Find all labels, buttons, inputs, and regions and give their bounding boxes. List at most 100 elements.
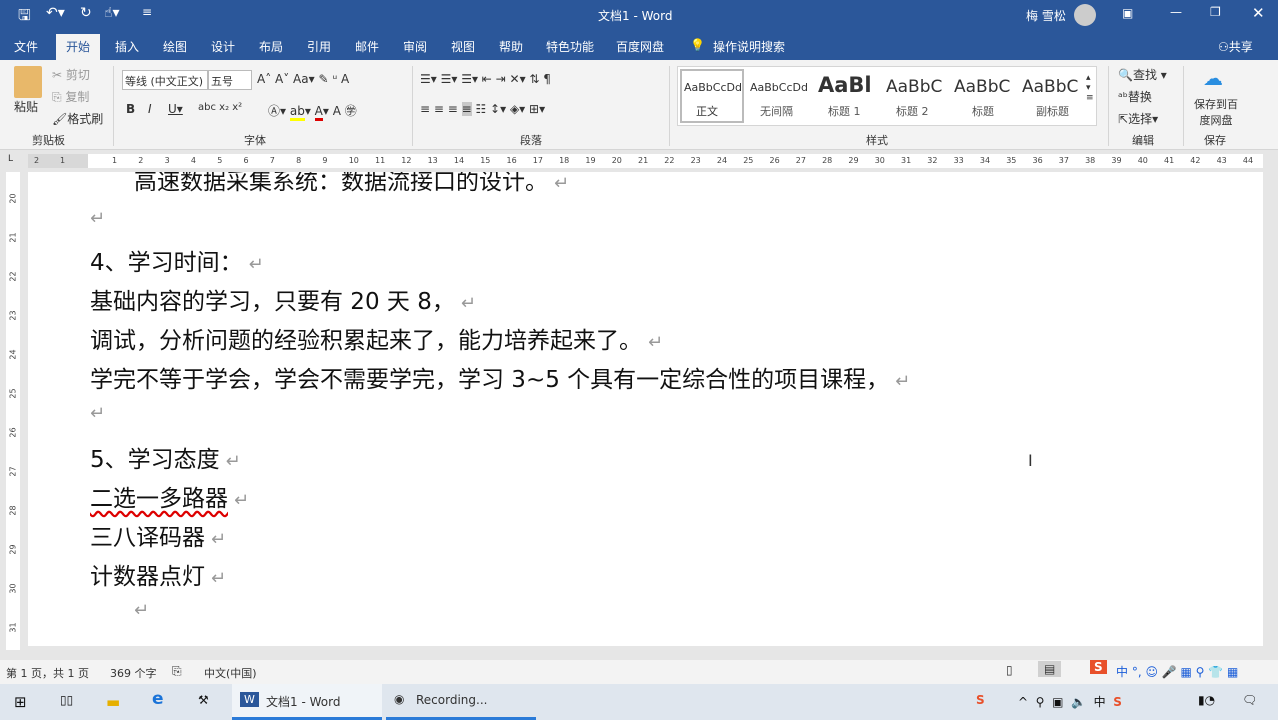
tab-design[interactable]: 设计: [211, 38, 235, 55]
cut-button[interactable]: ✂ 剪切: [52, 66, 90, 83]
tool-app-icon[interactable]: ⚒: [198, 693, 209, 707]
customize-qat-icon[interactable]: ≡: [142, 5, 152, 19]
redo-icon[interactable]: ↻: [80, 5, 92, 21]
paragraph-mark-icon: ↵: [225, 451, 241, 472]
paragraph-text: 二选一多路器: [90, 486, 228, 512]
sogou-ime-icon[interactable]: S: [1090, 660, 1107, 674]
style-normal[interactable]: AaBbCcDd 正文: [680, 69, 744, 123]
paragraph[interactable]: 二选一多路器 ↵: [90, 479, 249, 513]
horizontal-ruler[interactable]: L 2 1 1 2 3 4 5 6 7 8 9 10 11 12 13 14 15 16 17 18 19 20 21 22 2…: [0, 150, 1278, 172]
tab-review[interactable]: 审阅: [403, 38, 427, 55]
ruler-number: 40: [1137, 156, 1148, 165]
ruler-number: 1: [60, 156, 66, 165]
close-icon[interactable]: ✕: [1252, 4, 1265, 22]
style-title[interactable]: AaBbC 标题: [952, 69, 1016, 123]
ruler-number: 42: [1190, 156, 1201, 165]
language[interactable]: 中文(中国): [204, 665, 257, 681]
copy-button[interactable]: ⎘ 复制: [52, 88, 89, 105]
strikethrough-subscript-superscript-icon[interactable]: abc x₂ x²: [198, 102, 242, 113]
taskbar-recording[interactable]: ◉ Recording...: [386, 684, 536, 720]
undo-icon[interactable]: ↶▾: [46, 5, 65, 21]
sogou-tray-icon[interactable]: S: [976, 693, 985, 707]
tab-home[interactable]: 开始: [56, 34, 101, 60]
paragraph[interactable]: 4、学习时间： ↵: [90, 243, 264, 277]
ruler-number: 20: [611, 156, 622, 165]
restore-icon[interactable]: ❐: [1210, 5, 1221, 19]
style-heading-2[interactable]: AaBbC 标题 2: [884, 69, 948, 123]
ruler-number: 41: [1164, 156, 1175, 165]
ruler-number: 18: [559, 156, 570, 165]
paragraph[interactable]: 三八译码器 ↵: [90, 518, 226, 552]
tab-stop-selector[interactable]: L: [8, 154, 13, 164]
paragraph-mark-icon: ↵: [895, 371, 911, 392]
save-icon[interactable]: 🖫: [18, 5, 31, 30]
italic-icon[interactable]: I: [148, 102, 152, 116]
minimize-icon[interactable]: —: [1170, 5, 1182, 19]
paragraph-mark-icon: ↵: [234, 490, 250, 511]
replace-button[interactable]: ᵃᵇ替换: [1118, 88, 1152, 105]
notifications-icon[interactable]: 🗨: [1242, 693, 1257, 707]
taskbar-word[interactable]: W 文档1 - Word: [232, 684, 382, 720]
tab-draw[interactable]: 绘图: [163, 38, 187, 55]
paragraph[interactable]: ↵: [134, 596, 149, 622]
tab-features[interactable]: 特色功能: [546, 38, 594, 55]
touch-mode-icon[interactable]: ☝▾: [104, 5, 120, 21]
file-explorer-icon[interactable]: ▬: [106, 693, 120, 711]
bold-icon[interactable]: B: [126, 102, 135, 116]
paragraph[interactable]: 5、学习态度 ↵: [90, 440, 241, 474]
paste-button[interactable]: 粘贴: [14, 98, 38, 115]
windows-start-icon[interactable]: ⊞: [14, 693, 27, 711]
font-grow-shrink-icon[interactable]: A˄ A˅ Aa▾ ✎ ᵘ A: [257, 72, 349, 86]
vertical-ruler[interactable]: 20 21 22 23 24 25 26 27 28 29 30 31: [6, 172, 20, 650]
ruler-number: 36: [1032, 156, 1043, 165]
format-painter-button[interactable]: 🖌格式刷: [52, 110, 103, 127]
task-view-icon[interactable]: ▯▯: [60, 693, 73, 707]
paragraph[interactable]: ↵: [90, 399, 105, 425]
styles-scroll-icon[interactable]: ▴ ▾ ≡: [1086, 73, 1094, 103]
paragraph[interactable]: 高速数据采集系统：数据流接口的设计。 ↵: [134, 172, 569, 196]
tab-layout[interactable]: 布局: [259, 38, 283, 55]
paragraph[interactable]: 学完不等于学会，学会不需要学完，学习 3~5 个具有一定综合性的项目课程， ↵: [90, 360, 910, 394]
page-count[interactable]: 第 1 页，共 1 页: [6, 665, 89, 681]
read-mode-icon[interactable]: ▯: [1006, 663, 1013, 677]
paragraph[interactable]: 计数器点灯 ↵: [90, 557, 226, 591]
list-indent-icons[interactable]: ☰▾ ☰▾ ☰▾ ⇤ ⇥ ✕▾ ⇅ ¶: [420, 72, 551, 86]
tab-references[interactable]: 引用: [307, 38, 331, 55]
tab-file[interactable]: 文件: [14, 38, 38, 55]
tab-help[interactable]: 帮助: [499, 38, 523, 55]
style-no-spacing[interactable]: AaBbCcDd 无间隔: [748, 69, 812, 123]
tell-me-search[interactable]: 操作说明搜索: [713, 38, 785, 55]
tab-view[interactable]: 视图: [451, 38, 475, 55]
vertical-scrollbar[interactable]: [1263, 172, 1278, 650]
style-heading-1[interactable]: AaBl 标题 1: [816, 69, 880, 123]
save-baidu-button[interactable]: 保存到百度网盘: [1192, 96, 1240, 128]
print-layout-icon[interactable]: ▤: [1038, 661, 1062, 677]
tab-baidu[interactable]: 百度网盘: [616, 38, 664, 55]
font-size-select[interactable]: 五号: [208, 70, 252, 90]
paragraph[interactable]: ↵: [90, 204, 105, 230]
ime-toolbar-icons[interactable]: 中 °, ☺ 🎤 ▦ ⚲ 👕 ▦: [1116, 663, 1238, 680]
word-count[interactable]: 369 个字: [110, 665, 157, 681]
user-name[interactable]: 梅 雪松: [1026, 7, 1066, 24]
edge-icon[interactable]: e: [152, 689, 164, 709]
ruler-number: 5: [217, 156, 223, 165]
tab-mailings[interactable]: 邮件: [355, 38, 379, 55]
ribbon-display-icon[interactable]: ▣: [1122, 6, 1133, 20]
text-effects-highlight-color-icon[interactable]: Ⓐ▾ ab▾ A▾ A ㊫: [268, 102, 357, 121]
paragraph[interactable]: 基础内容的学习，只要有 20 天 8， ↵: [90, 282, 476, 316]
paragraph[interactable]: 调试，分析问题的经验积累起来了，能力培养起来了。 ↵: [90, 321, 663, 355]
find-button[interactable]: 🔍查找 ▾: [1118, 66, 1167, 83]
alignment-icons[interactable]: ≡ ≡ ≡ ≡ ☷ ↕▾ ◈▾ ⊞▾: [420, 102, 545, 116]
clock-icon[interactable]: ▮◔: [1198, 693, 1215, 707]
avatar[interactable]: [1074, 4, 1096, 26]
proofing-icon[interactable]: ⎘: [172, 664, 182, 679]
style-subtitle[interactable]: AaBbC 副标题: [1020, 69, 1084, 123]
underline-icon[interactable]: U▾: [168, 102, 183, 116]
system-tray-icons[interactable]: ^ ⚲ ▣ 🔈 中 S: [1018, 693, 1122, 710]
share-button[interactable]: ⚇共享: [1218, 38, 1253, 55]
font-name-select[interactable]: 等线 (中文正文): [122, 70, 208, 90]
tab-insert[interactable]: 插入: [115, 38, 139, 55]
document-page[interactable]: 高速数据采集系统：数据流接口的设计。 ↵ ↵ 4、学习时间： ↵ 基础内容的学习，只要有 …: [28, 172, 1263, 646]
ruler-number: 12: [401, 156, 412, 165]
select-button[interactable]: ⇱选择▾: [1118, 110, 1158, 127]
